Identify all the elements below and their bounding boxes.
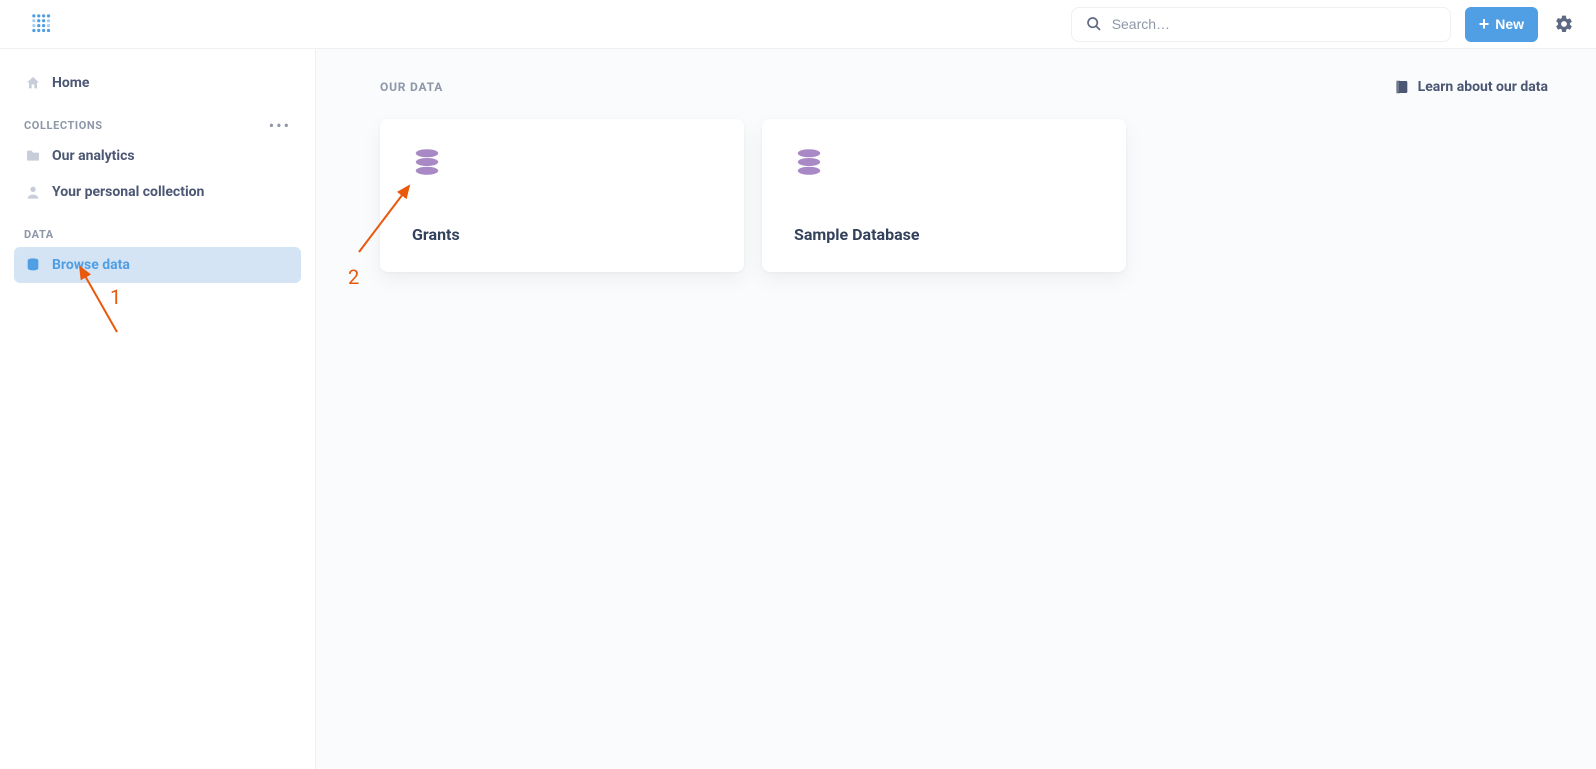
sidebar: Home COLLECTIONS ••• Our analytics Your … (0, 49, 316, 769)
section-label: DATA (24, 228, 54, 241)
logo-icon (29, 11, 55, 37)
section-label: COLLECTIONS (24, 119, 103, 132)
database-card-sample[interactable]: Sample Database (762, 119, 1126, 272)
sidebar-item-our-analytics[interactable]: Our analytics (14, 138, 301, 174)
sidebar-item-home[interactable]: Home (14, 65, 301, 101)
book-icon (1394, 79, 1410, 95)
database-icon (412, 147, 442, 177)
folder-icon (24, 147, 42, 165)
settings-button[interactable] (1552, 12, 1576, 36)
annotation-label-1: 1 (110, 285, 121, 309)
app-header: + New (0, 0, 1596, 49)
page-title: OUR DATA (380, 80, 443, 94)
sidebar-item-label: Your personal collection (52, 184, 204, 200)
sidebar-section-collections: COLLECTIONS ••• (14, 119, 301, 132)
app-logo[interactable] (28, 10, 56, 38)
new-button-label: New (1495, 16, 1524, 32)
sidebar-section-data: DATA (14, 228, 301, 241)
collections-more-button[interactable]: ••• (269, 121, 291, 131)
search-input[interactable] (1112, 16, 1436, 32)
database-card-title: Grants (412, 225, 712, 244)
database-card-title: Sample Database (794, 225, 1094, 244)
search-icon (1086, 16, 1102, 32)
main-content: OUR DATA Learn about our data Grants (316, 49, 1596, 769)
sidebar-item-browse-data[interactable]: Browse data (14, 247, 301, 283)
learn-link-label: Learn about our data (1418, 79, 1548, 95)
sidebar-item-label: Home (52, 75, 89, 91)
annotation-label-2: 2 (348, 265, 359, 289)
database-icon (24, 256, 42, 274)
database-icon (794, 147, 824, 177)
new-button[interactable]: + New (1465, 7, 1538, 42)
person-icon (24, 183, 42, 201)
search-box[interactable] (1071, 7, 1451, 42)
home-icon (24, 74, 42, 92)
plus-icon: + (1479, 17, 1490, 31)
learn-about-data-link[interactable]: Learn about our data (1394, 79, 1548, 95)
sidebar-item-label: Browse data (52, 257, 130, 273)
sidebar-item-label: Our analytics (52, 148, 135, 164)
dots-icon: ••• (269, 116, 291, 135)
sidebar-item-personal-collection[interactable]: Your personal collection (14, 174, 301, 210)
gear-icon (1554, 14, 1574, 34)
database-card-grants[interactable]: Grants (380, 119, 744, 272)
